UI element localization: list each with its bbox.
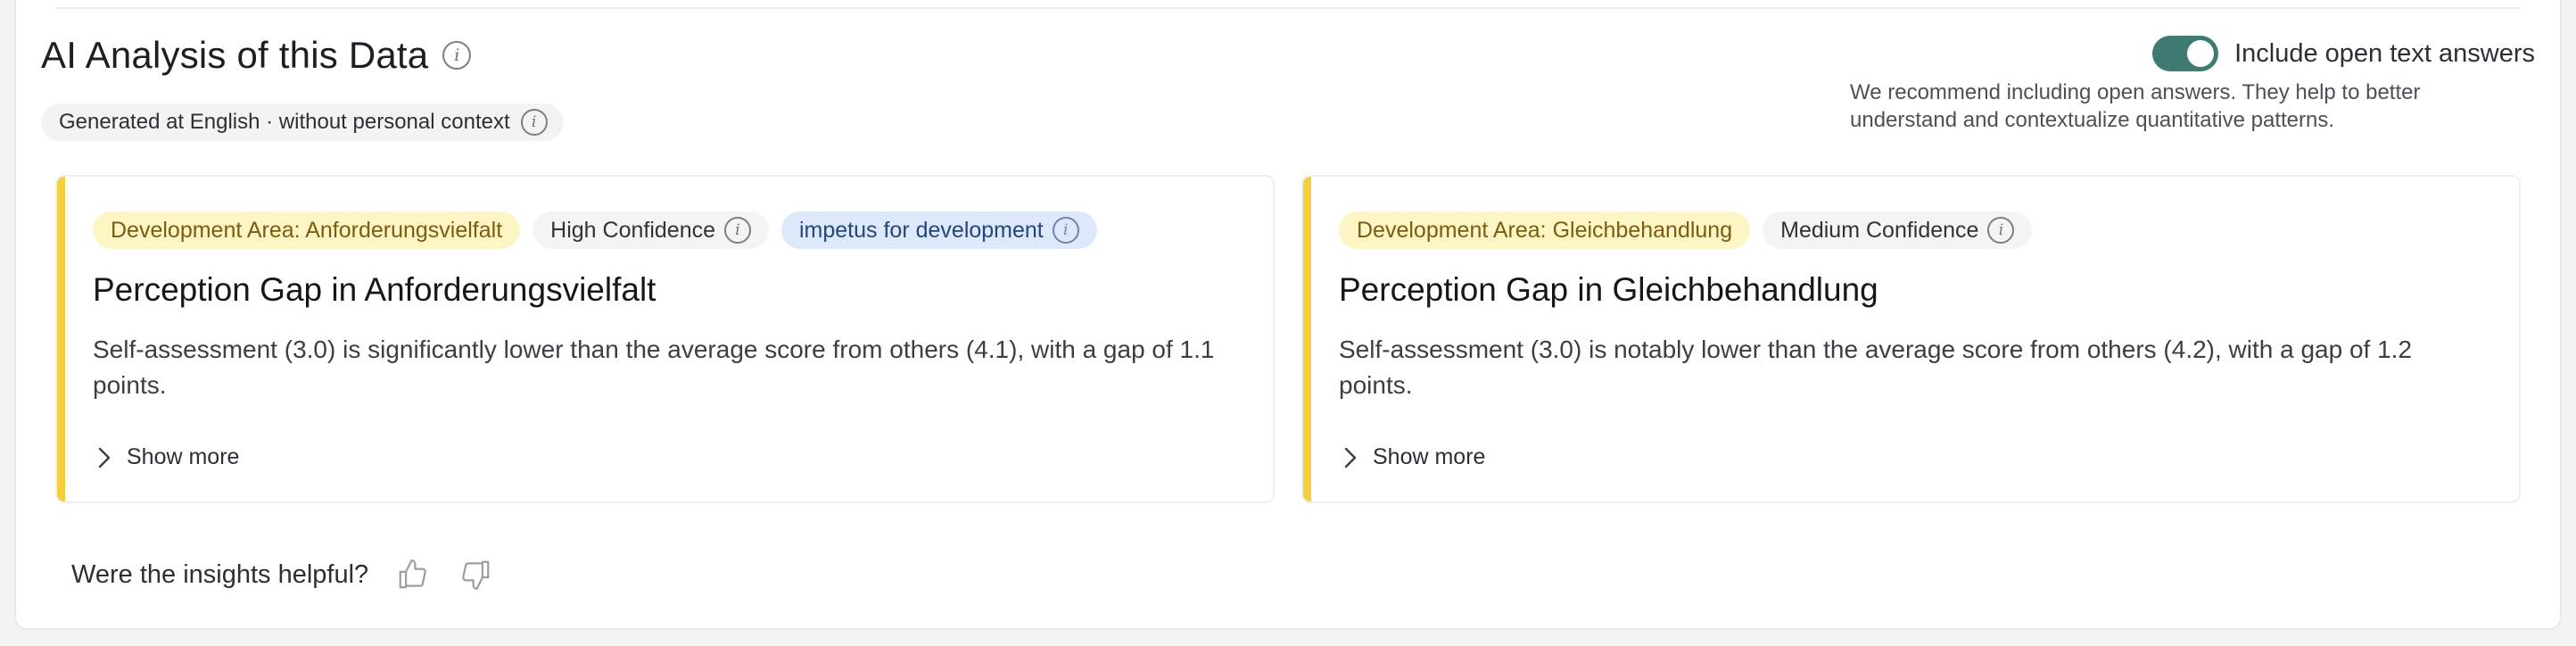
- chevron-right-icon: [1339, 446, 1362, 469]
- thumbs-down-icon[interactable]: [458, 557, 493, 592]
- thumbs-up-icon[interactable]: [395, 557, 431, 592]
- open-text-toggle-row: Include open text answers: [2152, 36, 2535, 71]
- confidence-label: High Confidence: [550, 217, 715, 243]
- confidence-tag: High Confidence i: [533, 211, 769, 249]
- chevron-right-icon: [93, 446, 116, 469]
- confidence-tag: Medium Confidence i: [1763, 211, 2033, 249]
- card-description: Self-assessment (3.0) is notably lower t…: [1339, 335, 2413, 399]
- development-area-tag: Development Area: Gleichbehandlung: [1339, 211, 1751, 249]
- show-more-button[interactable]: Show more: [1339, 444, 1485, 470]
- impetus-tag: impetus for development i: [781, 211, 1097, 249]
- development-area-tag: Development Area: Anforderungsvielfalt: [93, 211, 521, 249]
- info-icon[interactable]: i: [1987, 217, 2015, 244]
- impetus-label: impetus for development: [799, 217, 1044, 243]
- generation-meta-chip: Generated at English · without personal …: [41, 104, 564, 141]
- confidence-label: Medium Confidence: [1780, 217, 1979, 243]
- toggle-knob: [2187, 40, 2215, 67]
- show-more-button[interactable]: Show more: [93, 444, 239, 470]
- card-title: Perception Gap in Anforderungsvielfalt: [93, 271, 656, 308]
- header: AI Analysis of this Data i: [41, 34, 472, 77]
- insight-card: Development Area: Anforderungsvielfalt H…: [55, 175, 1275, 503]
- show-more-label: Show more: [127, 444, 240, 469]
- card-description: Self-assessment (3.0) is significantly l…: [93, 335, 1215, 399]
- toggle-label: Include open text answers: [2234, 38, 2535, 68]
- card-tags: Development Area: Anforderungsvielfalt H…: [93, 211, 1237, 250]
- generation-meta-text: Generated at English · without personal …: [59, 110, 510, 134]
- insight-card: Development Area: Gleichbehandlung Mediu…: [1301, 175, 2521, 503]
- top-divider: [55, 7, 2521, 9]
- card-tags: Development Area: Gleichbehandlung Mediu…: [1339, 211, 2483, 250]
- card-accent-bar: [57, 177, 65, 501]
- info-icon[interactable]: i: [442, 41, 472, 70]
- include-open-text-toggle[interactable]: [2152, 36, 2219, 71]
- toggle-recommendation-note: We recommend including open answers. The…: [1850, 80, 2421, 132]
- page-title: AI Analysis of this Data: [41, 34, 429, 76]
- info-icon[interactable]: i: [1052, 217, 1079, 244]
- card-accent-bar: [1303, 177, 1311, 501]
- feedback-question: Were the insights helpful?: [71, 559, 369, 589]
- show-more-label: Show more: [1373, 444, 1486, 469]
- feedback-row: Were the insights helpful?: [71, 557, 493, 592]
- card-title: Perception Gap in Gleichbehandlung: [1339, 271, 1878, 308]
- info-icon[interactable]: i: [520, 109, 548, 136]
- info-icon[interactable]: i: [724, 217, 751, 244]
